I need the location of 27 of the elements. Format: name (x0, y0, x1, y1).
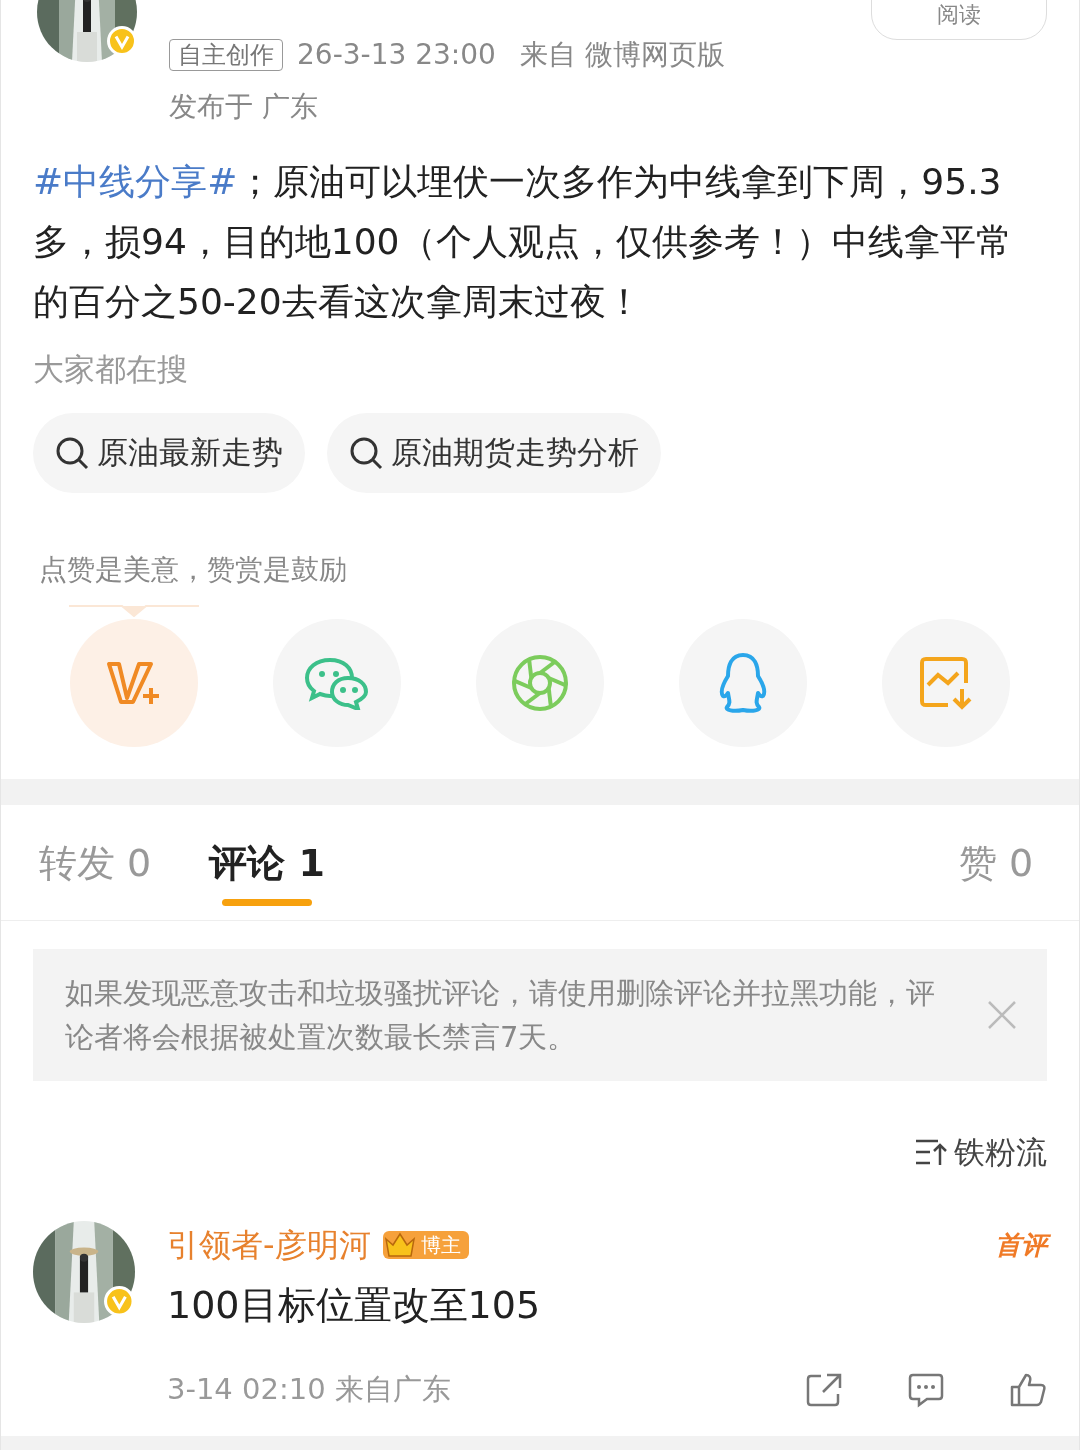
search-icon (349, 435, 383, 470)
reward-hint: 点赞是美意，赞赏是鼓励 (38, 551, 348, 588)
author-badge: 博主 (382, 1231, 469, 1259)
post-text: #中线分享#；原油可以埋伏一次多作为中线拿到下周，95.3多，损94，目的地100（个人观点，仅供参考！）中线拿平常的百分之50-20去看这次拿周末过夜！ (32, 160, 1013, 324)
original-badge: 自主创作 (169, 39, 283, 71)
crown-icon (382, 1231, 417, 1259)
aperture-icon (511, 653, 569, 712)
notice-text: 如果发现恶意攻击和垃圾骚扰评论，请使用删除评论并拉黑功能，评论者将会根据被处置次数最长禁言7天。 (65, 974, 936, 1056)
like-icon[interactable] (1009, 1371, 1047, 1408)
penguin-icon (717, 651, 769, 714)
comment-meta: 3-14 02:10 来自广东 (167, 1371, 451, 1408)
post-source: 来自 微博网页版 (519, 37, 725, 73)
image-download-icon (918, 654, 974, 711)
search-icon (55, 435, 89, 470)
trending-title: 大家都在搜 (32, 350, 189, 389)
comment-text: 100目标位置改至105 (167, 1282, 542, 1329)
search-chip[interactable]: 原油最新走势 (33, 412, 305, 493)
comment-tab[interactable]: 评论 1 (209, 804, 325, 906)
share-icon[interactable] (805, 1371, 843, 1408)
chat-bubbles-icon (304, 655, 370, 710)
search-chip[interactable]: 原油期货走势分析 (327, 412, 661, 493)
post-location: 发布于 广东 (169, 89, 319, 125)
read-count-button[interactable]: 阅读 (871, 0, 1047, 40)
close-icon[interactable] (987, 999, 1017, 1030)
comment-icon[interactable] (907, 1371, 945, 1408)
post-time: 26-3-13 23:00 (297, 37, 496, 73)
sort-button[interactable]: 铁粉流 (914, 1128, 1047, 1175)
